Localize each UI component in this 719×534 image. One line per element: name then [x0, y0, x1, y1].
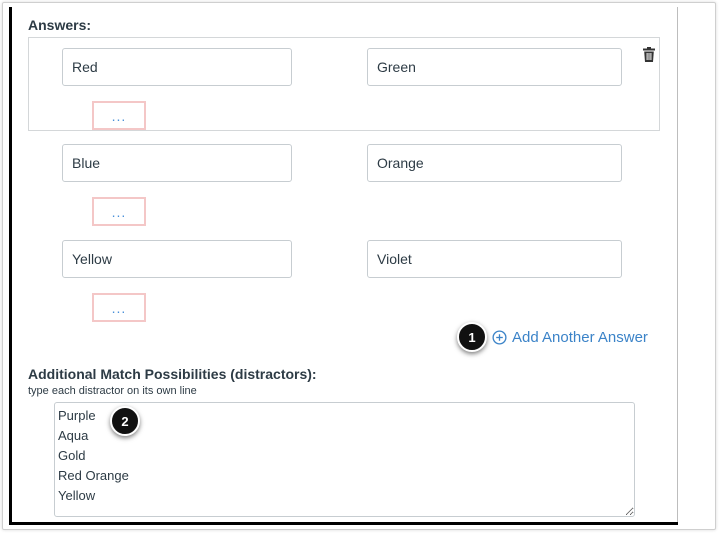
trash-icon[interactable] [643, 47, 655, 62]
answers-label: Answers: [28, 17, 92, 33]
callout-marker: 2 [110, 406, 140, 436]
answer-left-input[interactable] [62, 240, 292, 278]
bottom-border [9, 522, 678, 525]
add-another-answer-label: Add Another Answer [512, 328, 648, 346]
right-border [677, 7, 678, 524]
answer-left-input[interactable] [62, 144, 292, 182]
answer-left-input[interactable] [62, 48, 292, 86]
more-options-button[interactable]: ... [92, 197, 146, 226]
add-another-answer-link[interactable]: Add Another Answer [492, 326, 648, 348]
answer-right-input[interactable] [367, 144, 622, 182]
distractors-label: Additional Match Possibilities (distract… [28, 366, 317, 382]
callout-marker: 1 [457, 322, 487, 352]
distractors-hint: type each distractor on its own line [28, 385, 197, 397]
more-options-button[interactable]: ... [92, 101, 146, 130]
answer-right-input[interactable] [367, 240, 622, 278]
answer-right-input[interactable] [367, 48, 622, 86]
plus-circle-icon [492, 329, 507, 345]
left-border [9, 7, 12, 524]
distractors-textarea[interactable]: Purple Aqua Gold Red Orange Yellow [54, 402, 635, 517]
more-options-button[interactable]: ... [92, 293, 146, 322]
